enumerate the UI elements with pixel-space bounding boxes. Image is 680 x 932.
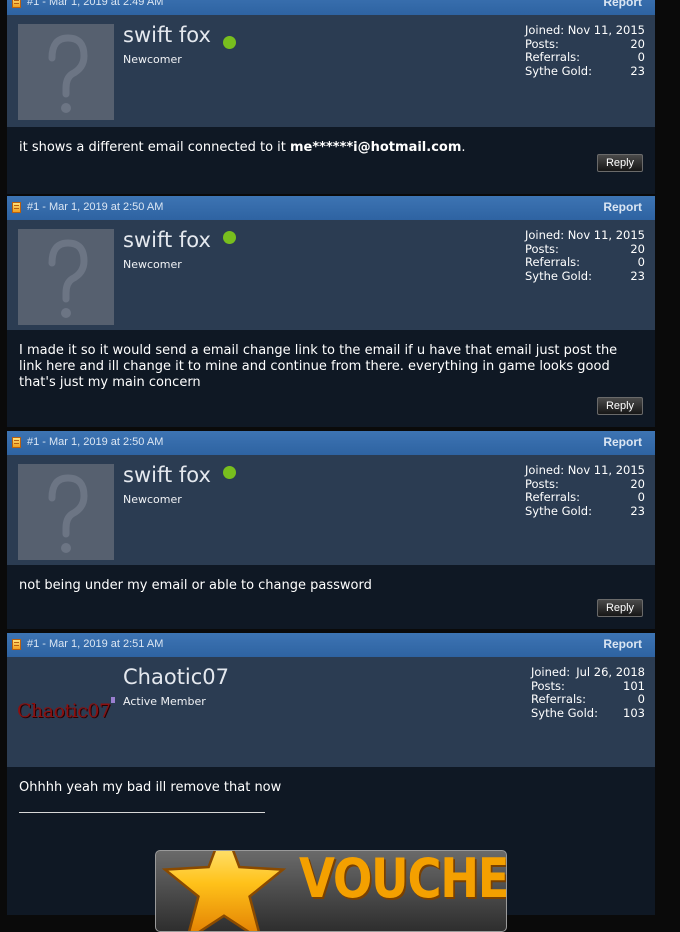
- post-icon: [12, 0, 21, 8]
- report-link[interactable]: Report: [603, 0, 642, 9]
- stat-key: Sythe Gold:: [525, 268, 592, 283]
- avatar[interactable]: Chaotic07: [15, 697, 115, 737]
- stat-value: Nov 11, 2015: [567, 228, 645, 242]
- post-permalink[interactable]: #1 - Mar 1, 2019 at 2:51 AM: [27, 638, 163, 650]
- online-status-icon: [223, 466, 236, 479]
- online-status-icon: [223, 36, 236, 49]
- post-icon: [12, 202, 21, 213]
- post: #1 - Mar 1, 2019 at 2:50 AM Report swift…: [7, 196, 655, 427]
- post-header: #1 - Mar 1, 2019 at 2:50 AM Report: [7, 196, 655, 220]
- post-permalink[interactable]: #1 - Mar 1, 2019 at 2:49 AM: [27, 0, 163, 8]
- message-panel: it shows a different email connected to …: [7, 127, 655, 194]
- vouches-banner[interactable]: VOUCHES: [155, 850, 507, 932]
- user-rank: Newcomer: [123, 53, 182, 66]
- stat-key: Posts:: [525, 476, 559, 491]
- post-permalink[interactable]: #1 - Mar 1, 2019 at 2:50 AM: [27, 436, 163, 448]
- avatar-sparkle: [111, 697, 115, 703]
- stat-key: Referrals:: [531, 692, 587, 706]
- avatar[interactable]: [18, 24, 114, 120]
- stat-value: Jul 26, 2018: [576, 665, 645, 679]
- user-info-panel: Chaotic07 Chaotic07 Active Member Joined…: [7, 657, 655, 767]
- report-link[interactable]: Report: [603, 637, 642, 651]
- stat-value: 20: [630, 476, 645, 491]
- post: #1 - Mar 1, 2019 at 2:49 AM Report swift…: [7, 0, 655, 194]
- message-bold-text: me******i@hotmail.com: [290, 140, 462, 155]
- stat-value: 0: [637, 490, 645, 504]
- user-rank: Newcomer: [123, 258, 182, 271]
- stat-value: 103: [623, 705, 645, 720]
- question-mark-avatar-icon: [48, 474, 88, 553]
- stat-value: 0: [637, 50, 645, 64]
- message-panel: Ohhhh yeah my bad ill remove that now VO…: [7, 767, 655, 932]
- reply-button[interactable]: Reply: [597, 397, 643, 415]
- post-message: I made it so it would send a email chang…: [19, 343, 618, 390]
- stat-value: 23: [630, 268, 645, 283]
- stat-key: Sythe Gold:: [525, 503, 592, 518]
- stat-value: 0: [637, 255, 645, 269]
- stat-key: Referrals:: [525, 490, 581, 504]
- post-header: #1 - Mar 1, 2019 at 2:51 AM Report: [7, 633, 655, 657]
- user-info-panel: swift fox Newcomer Joined: Nov 11, 2015 P…: [7, 15, 655, 127]
- post-icon: [12, 437, 21, 448]
- user-stats: Joined: Nov 11, 2015 Posts: 20 Referrals: 0…: [525, 463, 645, 518]
- star-icon: [161, 851, 287, 931]
- question-mark-avatar-icon: [48, 239, 88, 318]
- message-panel: I made it so it would send a email chang…: [7, 330, 655, 427]
- username[interactable]: swift fox: [123, 463, 211, 487]
- message-text-end: .: [461, 140, 466, 155]
- stat-value: Nov 11, 2015: [567, 463, 645, 477]
- user-stats: Joined: Nov 11, 2015 Posts: 20 Referrals: 0…: [525, 23, 645, 78]
- stat-key: Sythe Gold:: [525, 63, 592, 78]
- post-message: it shows a different email connected to …: [19, 140, 643, 156]
- user-rank: Newcomer: [123, 493, 182, 506]
- vouches-text: VOUCHES: [299, 850, 507, 910]
- user-info-panel: swift fox Newcomer Joined: Nov 11, 2015 P…: [7, 455, 655, 565]
- username[interactable]: Chaotic07: [123, 665, 229, 689]
- stat-value: 23: [630, 503, 645, 518]
- username[interactable]: swift fox: [123, 23, 211, 47]
- stat-value: 20: [630, 36, 645, 51]
- stat-key: Joined:: [525, 228, 565, 242]
- stat-value: Nov 11, 2015: [567, 23, 645, 37]
- report-link[interactable]: Report: [603, 200, 642, 214]
- message-panel: not being under my email or able to chan…: [7, 565, 655, 629]
- stat-key: Referrals:: [525, 50, 581, 64]
- user-stats: Joined: Jul 26, 2018 Posts: 101 Referrals:…: [531, 665, 645, 720]
- post-header: #1 - Mar 1, 2019 at 2:50 AM Report: [7, 431, 655, 455]
- avatar[interactable]: [18, 229, 114, 325]
- report-link[interactable]: Report: [603, 435, 642, 449]
- stat-key: Sythe Gold:: [531, 705, 598, 720]
- user-info-panel: swift fox Newcomer Joined: Nov 11, 2015 P…: [7, 220, 655, 330]
- stat-value: 20: [630, 241, 645, 256]
- post-permalink[interactable]: #1 - Mar 1, 2019 at 2:50 AM: [27, 201, 163, 213]
- post: #1 - Mar 1, 2019 at 2:51 AM Report Chaot…: [7, 633, 655, 932]
- stat-key: Referrals:: [525, 255, 581, 269]
- username[interactable]: swift fox: [123, 228, 211, 252]
- stat-key: Posts:: [531, 678, 565, 693]
- stat-value: 0: [637, 692, 645, 706]
- stat-key: Posts:: [525, 241, 559, 256]
- stat-value: 23: [630, 63, 645, 78]
- stat-key: Joined:: [525, 23, 565, 37]
- stat-key: Joined:: [525, 463, 565, 477]
- post: #1 - Mar 1, 2019 at 2:50 AM Report swift…: [7, 431, 655, 629]
- user-rank: Active Member: [123, 695, 206, 708]
- question-mark-avatar-icon: [48, 34, 88, 113]
- post-message: not being under my email or able to chan…: [19, 578, 372, 593]
- stat-key: Posts:: [525, 36, 559, 51]
- avatar[interactable]: [18, 464, 114, 560]
- reply-button[interactable]: Reply: [597, 599, 643, 617]
- post-icon: [12, 639, 21, 650]
- stat-value: 101: [623, 678, 645, 693]
- signature-divider: [19, 812, 265, 813]
- message-text: it shows a different email connected to …: [19, 140, 291, 155]
- online-status-icon: [223, 231, 236, 244]
- reply-button[interactable]: Reply: [597, 154, 643, 172]
- avatar-text: Chaotic07: [17, 700, 111, 722]
- user-stats: Joined: Nov 11, 2015 Posts: 20 Referrals: 0…: [525, 228, 645, 283]
- post-message: Ohhhh yeah my bad ill remove that now: [19, 780, 282, 795]
- post-header: #1 - Mar 1, 2019 at 2:49 AM Report: [7, 0, 655, 15]
- stat-key: Joined:: [531, 665, 571, 679]
